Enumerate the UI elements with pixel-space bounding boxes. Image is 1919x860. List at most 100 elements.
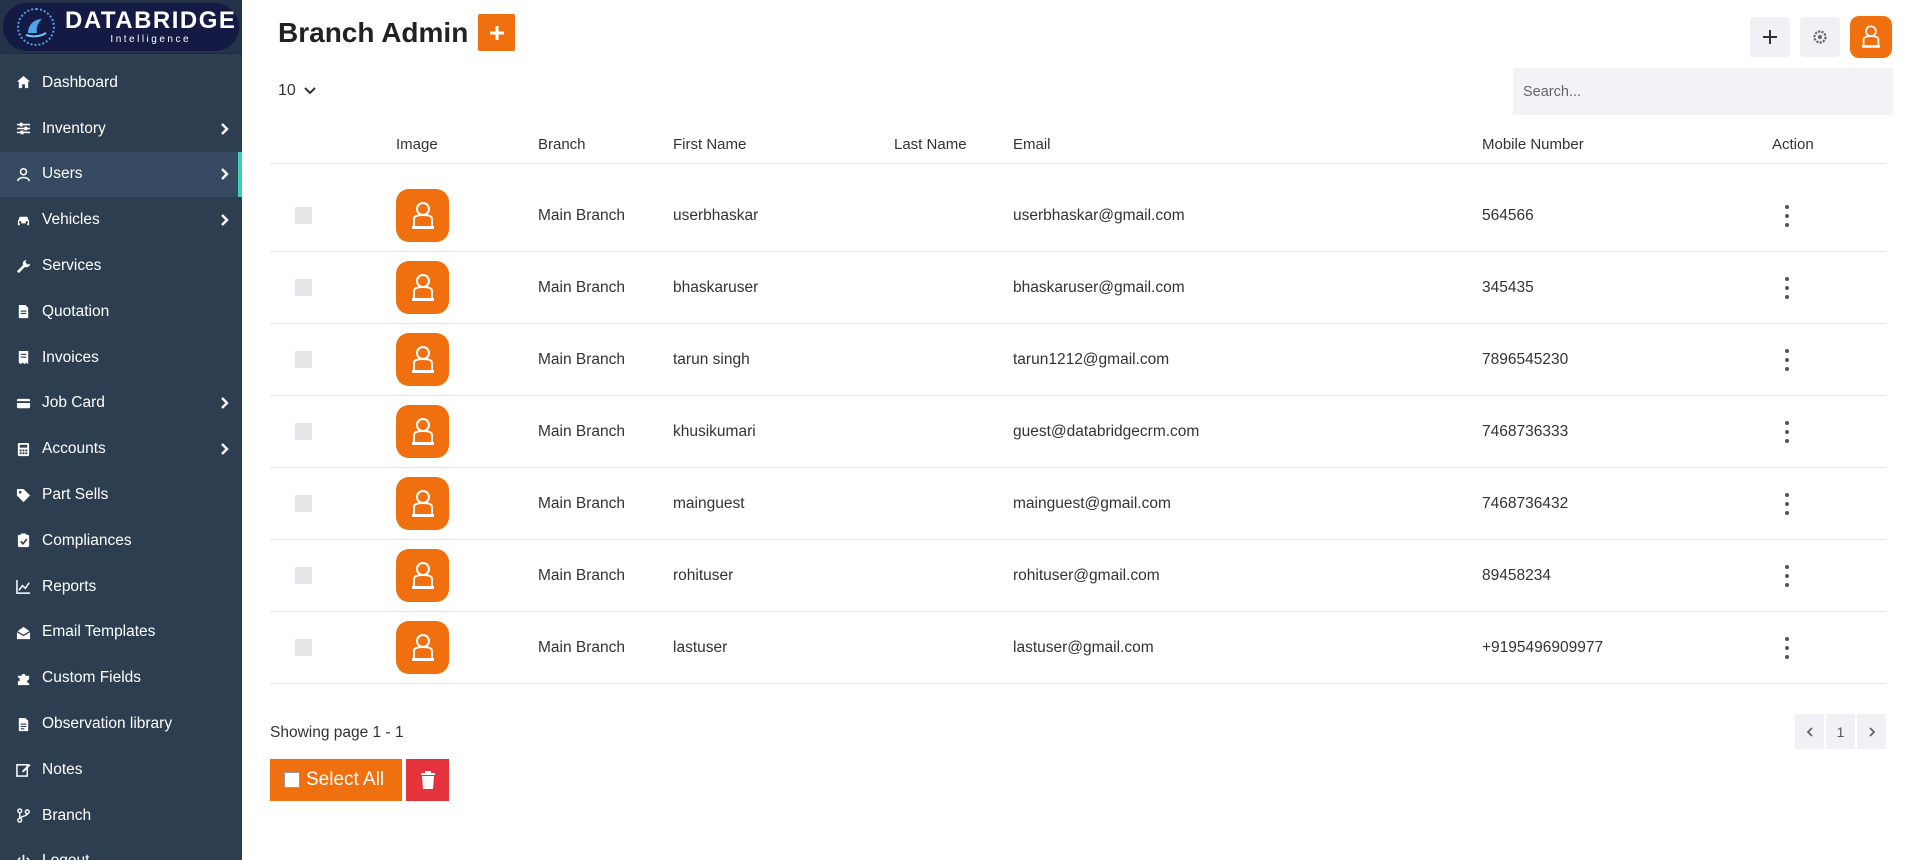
quick-add-button[interactable] (1750, 17, 1790, 57)
main-content: Branch Admin 10 Image Branch First Name … (270, 0, 1893, 860)
row-checkbox[interactable] (295, 207, 312, 224)
column-header-mobile-number[interactable]: Mobile Number (1482, 136, 1772, 153)
settings-button[interactable] (1800, 17, 1840, 57)
cell-mobile-number: 345435 (1482, 278, 1534, 296)
plus-icon (1763, 30, 1777, 44)
column-header-email[interactable]: Email (1013, 136, 1482, 153)
sidebar-item-services[interactable]: Services (0, 243, 242, 289)
user-avatar[interactable] (1850, 16, 1892, 58)
sidebar-item-job-card[interactable]: Job Card (0, 381, 242, 427)
branch-icon (14, 807, 32, 825)
row-checkbox[interactable] (295, 351, 312, 368)
card-icon (14, 394, 32, 412)
gear-icon (1813, 30, 1827, 44)
cell-email: bhaskaruser@gmail.com (1013, 278, 1185, 296)
chevron-right-icon (220, 396, 230, 410)
table-header: Image Branch First Name Last Name Email … (270, 126, 1886, 164)
row-checkbox[interactable] (295, 567, 312, 584)
sidebar-item-branch[interactable]: Branch (0, 793, 242, 839)
sidebar-item-label: Vehicles (42, 211, 100, 229)
cell-first-name: userbhaskar (673, 206, 759, 224)
row-checkbox[interactable] (295, 279, 312, 296)
sidebar-item-invoices[interactable]: Invoices (0, 335, 242, 381)
wrench-icon (14, 257, 32, 275)
brand-title: DATABRIDGE (65, 6, 237, 34)
document-icon (14, 303, 32, 321)
next-page-button[interactable] (1857, 714, 1886, 749)
user-avatar-icon (396, 549, 449, 602)
cell-first-name: tarun singh (673, 350, 750, 368)
sidebar-item-label: Inventory (42, 119, 106, 137)
sidebar-item-accounts[interactable]: Accounts (0, 426, 242, 472)
car-icon (14, 211, 32, 229)
sidebar-item-observation-library[interactable]: Observation library (0, 701, 242, 747)
puzzle-icon (14, 669, 32, 687)
sidebar-item-label: Custom Fields (42, 669, 142, 687)
row-actions-menu-icon[interactable] (1777, 635, 1797, 661)
row-checkbox[interactable] (295, 639, 312, 656)
row-checkbox[interactable] (295, 423, 312, 440)
sidebar-item-label: Part Sells (42, 486, 109, 504)
user-avatar-icon (396, 405, 449, 458)
cell-email: rohituser@gmail.com (1013, 566, 1160, 584)
sidebar-item-compliances[interactable]: Compliances (0, 518, 242, 564)
row-actions-menu-icon[interactable] (1777, 563, 1797, 589)
column-header-branch[interactable]: Branch (538, 136, 673, 153)
sidebar-item-users[interactable]: Users (0, 151, 242, 198)
add-branch-admin-button[interactable] (478, 14, 516, 51)
chevron-right-icon (220, 167, 230, 181)
sidebar-item-email-templates[interactable]: Email Templates (0, 610, 242, 656)
row-checkbox[interactable] (295, 495, 312, 512)
sidebar-item-vehicles[interactable]: Vehicles (0, 197, 242, 243)
cell-first-name: bhaskaruser (673, 278, 759, 296)
sidebar-item-dashboard[interactable]: Dashboard (0, 60, 242, 106)
chevron-right-icon (1868, 726, 1875, 737)
pagination: 1 (1793, 714, 1886, 749)
user-avatar-icon (396, 621, 449, 674)
row-actions-menu-icon[interactable] (1777, 419, 1797, 445)
cell-first-name: khusikumari (673, 422, 756, 440)
sidebar-item-label: Dashboard (42, 73, 118, 91)
sidebar-item-custom-fields[interactable]: Custom Fields (0, 655, 242, 701)
sidebar-nav: Dashboard Inventory Users Vehicles Services Q… (0, 60, 242, 860)
cell-branch: Main Branch (538, 350, 626, 368)
sidebar-item-quotation[interactable]: Quotation (0, 289, 242, 335)
plus-icon (489, 25, 504, 40)
page-size-value: 10 (278, 82, 296, 99)
select-all-checkbox[interactable] (284, 772, 300, 788)
table-row: Main Branch khusikumari guest@databridgecr… (270, 396, 1886, 468)
column-header-image[interactable]: Image (396, 136, 538, 153)
table-row: Main Branch bhaskaruser bhaskaruser@gmail.… (270, 252, 1886, 324)
cell-branch: Main Branch (538, 206, 626, 224)
row-actions-menu-icon[interactable] (1777, 491, 1797, 517)
cell-branch: Main Branch (538, 638, 626, 656)
delete-selected-button[interactable] (406, 759, 449, 801)
sidebar-item-label: Observation library (42, 715, 173, 733)
sidebar-item-label: Email Templates (42, 623, 156, 641)
cell-mobile-number: 564566 (1482, 206, 1534, 224)
page-size-select[interactable]: 10 (278, 82, 316, 100)
sidebar-item-label: Services (42, 257, 102, 275)
cell-branch: Main Branch (538, 494, 626, 512)
row-actions-menu-icon[interactable] (1777, 275, 1797, 301)
sidebar-item-inventory[interactable]: Inventory (0, 106, 242, 152)
brand-logo[interactable]: DATABRIDGE Intelligence (3, 2, 239, 51)
sidebar-item-logout[interactable]: Logout (0, 839, 242, 860)
user-icon (14, 165, 32, 183)
sidebar-item-notes[interactable]: Notes (0, 747, 242, 793)
page-number-button[interactable]: 1 (1826, 714, 1855, 749)
home-icon (14, 74, 32, 92)
row-actions-menu-icon[interactable] (1777, 203, 1797, 229)
search-input[interactable] (1513, 68, 1893, 115)
column-header-first-name[interactable]: First Name (673, 136, 894, 153)
sidebar-item-label: Notes (42, 760, 83, 778)
sidebar-item-part-sells[interactable]: Part Sells (0, 472, 242, 518)
table-body: Main Branch userbhaskar userbhaskar@gmail.… (270, 180, 1886, 684)
row-actions-menu-icon[interactable] (1777, 347, 1797, 373)
tag-icon (14, 486, 32, 504)
user-avatar-icon (396, 477, 449, 530)
sidebar-item-reports[interactable]: Reports (0, 564, 242, 610)
column-header-last-name[interactable]: Last Name (894, 136, 1013, 153)
prev-page-button[interactable] (1795, 714, 1824, 749)
select-all-button[interactable]: Select All (270, 759, 402, 801)
